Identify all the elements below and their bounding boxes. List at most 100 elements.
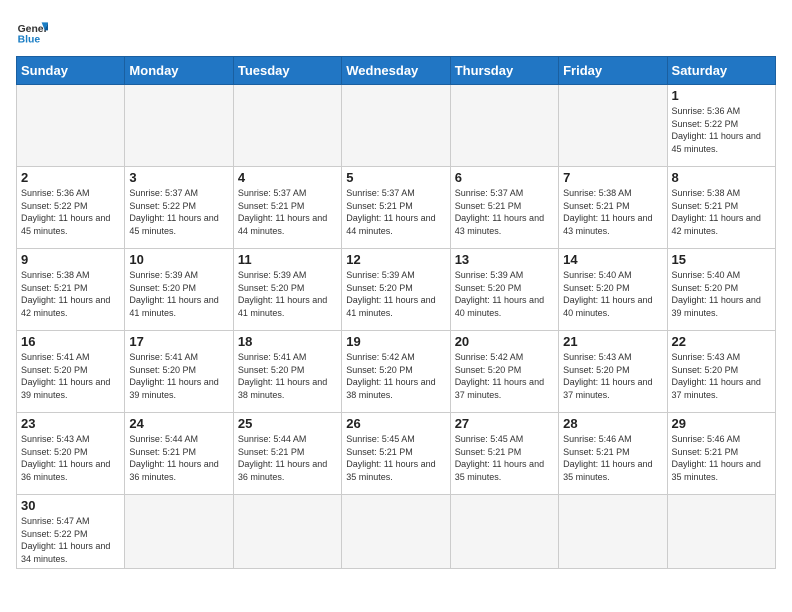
calendar-cell — [233, 85, 341, 167]
day-info: Sunrise: 5:39 AMSunset: 5:20 PMDaylight:… — [346, 269, 445, 319]
calendar-cell: 27 Sunrise: 5:45 AMSunset: 5:21 PMDayligh… — [450, 413, 558, 495]
weekday-saturday: Saturday — [667, 57, 775, 85]
calendar-cell — [450, 85, 558, 167]
day-info: Sunrise: 5:38 AMSunset: 5:21 PMDaylight:… — [672, 187, 771, 237]
day-number: 2 — [21, 170, 120, 185]
calendar-row: 1Sunrise: 5:36 AMSunset: 5:22 PMDaylight… — [17, 85, 776, 167]
calendar-cell: 21 Sunrise: 5:43 AMSunset: 5:20 PMDayligh… — [559, 331, 667, 413]
day-number: 22 — [672, 334, 771, 349]
calendar-cell — [125, 85, 233, 167]
day-number: 21 — [563, 334, 662, 349]
day-info: Sunrise: 5:43 AMSunset: 5:20 PMDaylight:… — [563, 351, 662, 401]
day-info: Sunrise: 5:41 AMSunset: 5:20 PMDaylight:… — [129, 351, 228, 401]
day-number: 30 — [21, 498, 120, 513]
calendar-cell: 22 Sunrise: 5:43 AMSunset: 5:20 PMDayligh… — [667, 331, 775, 413]
calendar-cell: 6 Sunrise: 5:37 AMSunset: 5:21 PMDaylight… — [450, 167, 558, 249]
calendar-row: 16 Sunrise: 5:41 AMSunset: 5:20 PMDayligh… — [17, 331, 776, 413]
day-info: Sunrise: 5:44 AMSunset: 5:21 PMDaylight:… — [129, 433, 228, 483]
day-info: Sunrise: 5:37 AMSunset: 5:21 PMDaylight:… — [346, 187, 445, 237]
calendar-cell: 19Sunrise: 5:42 AMSunset: 5:20 PMDayligh… — [342, 331, 450, 413]
day-number: 27 — [455, 416, 554, 431]
calendar-cell: 11Sunrise: 5:39 AMSunset: 5:20 PMDayligh… — [233, 249, 341, 331]
calendar-cell: 10Sunrise: 5:39 AMSunset: 5:20 PMDayligh… — [125, 249, 233, 331]
day-info: Sunrise: 5:44 AMSunset: 5:21 PMDaylight:… — [238, 433, 337, 483]
calendar-cell — [125, 495, 233, 569]
weekday-sunday: Sunday — [17, 57, 125, 85]
day-number: 5 — [346, 170, 445, 185]
day-info: Sunrise: 5:45 AMSunset: 5:21 PMDaylight:… — [346, 433, 445, 483]
calendar-cell: 7 Sunrise: 5:38 AMSunset: 5:21 PMDaylight… — [559, 167, 667, 249]
calendar-row: 23 Sunrise: 5:43 AMSunset: 5:20 PMDayligh… — [17, 413, 776, 495]
day-number: 8 — [672, 170, 771, 185]
day-number: 10 — [129, 252, 228, 267]
calendar-cell — [342, 85, 450, 167]
calendar-cell: 18 Sunrise: 5:41 AMSunset: 5:20 PMDayligh… — [233, 331, 341, 413]
day-number: 4 — [238, 170, 337, 185]
calendar-table: SundayMondayTuesdayWednesdayThursdayFrid… — [16, 56, 776, 569]
calendar-cell: 14Sunrise: 5:40 AMSunset: 5:20 PMDayligh… — [559, 249, 667, 331]
day-info: Sunrise: 5:41 AMSunset: 5:20 PMDaylight:… — [238, 351, 337, 401]
day-number: 23 — [21, 416, 120, 431]
calendar-body: 1 Sunrise: 5:36 AMSunset: 5:22 PMDaylight… — [17, 85, 776, 569]
svg-text:Blue: Blue — [18, 34, 41, 45]
calendar-cell — [17, 85, 125, 167]
day-info: Sunrise: 5:43 AMSunset: 5:20 PMDaylight:… — [672, 351, 771, 401]
calendar-cell: 28 Sunrise: 5:46 AMSunset: 5:21 PMDayligh… — [559, 413, 667, 495]
day-number: 20 — [455, 334, 554, 349]
calendar-cell: 16 Sunrise: 5:41 AMSunset: 5:20 PMDayligh… — [17, 331, 125, 413]
day-number: 16 — [21, 334, 120, 349]
day-info: Sunrise: 5:45 AMSunset: 5:21 PMDaylight:… — [455, 433, 554, 483]
calendar-cell: 8 Sunrise: 5:38 AMSunset: 5:21 PMDaylight… — [667, 167, 775, 249]
day-number: 11 — [238, 252, 337, 267]
day-info: Sunrise: 5:38 AMSunset: 5:21 PMDaylight:… — [563, 187, 662, 237]
page-header: General Blue — [16, 16, 776, 48]
day-number: 13 — [455, 252, 554, 267]
calendar-cell — [559, 495, 667, 569]
calendar-cell: 13 Sunrise: 5:39 AMSunset: 5:20 PMDayligh… — [450, 249, 558, 331]
day-number: 18 — [238, 334, 337, 349]
calendar-cell: 17 Sunrise: 5:41 AMSunset: 5:20 PMDayligh… — [125, 331, 233, 413]
calendar-cell: 1Sunrise: 5:36 AMSunset: 5:22 PMDaylight… — [667, 85, 775, 167]
day-number: 28 — [563, 416, 662, 431]
day-number: 6 — [455, 170, 554, 185]
calendar-row: 9 Sunrise: 5:38 AMSunset: 5:21 PMDaylight… — [17, 249, 776, 331]
calendar-cell: 4 Sunrise: 5:37 AMSunset: 5:21 PMDaylight… — [233, 167, 341, 249]
day-info: Sunrise: 5:37 AMSunset: 5:21 PMDaylight:… — [238, 187, 337, 237]
calendar-cell — [233, 495, 341, 569]
logo-icon: General Blue — [16, 16, 48, 48]
calendar-cell: 29 Sunrise: 5:46 AMSunset: 5:21 PMDayligh… — [667, 413, 775, 495]
calendar-cell — [342, 495, 450, 569]
day-number: 29 — [672, 416, 771, 431]
day-number: 26 — [346, 416, 445, 431]
weekday-friday: Friday — [559, 57, 667, 85]
day-info: Sunrise: 5:37 AMSunset: 5:21 PMDaylight:… — [455, 187, 554, 237]
day-info: Sunrise: 5:42 AMSunset: 5:20 PMDaylight:… — [346, 351, 445, 401]
calendar-cell: 20Sunrise: 5:42 AMSunset: 5:20 PMDayligh… — [450, 331, 558, 413]
day-number: 24 — [129, 416, 228, 431]
logo: General Blue — [16, 16, 48, 48]
day-number: 9 — [21, 252, 120, 267]
calendar-cell — [667, 495, 775, 569]
day-info: Sunrise: 5:38 AMSunset: 5:21 PMDaylight:… — [21, 269, 120, 319]
calendar-row: 30 Sunrise: 5:47 AMSunset: 5:22 PMDayligh… — [17, 495, 776, 569]
weekday-monday: Monday — [125, 57, 233, 85]
weekday-tuesday: Tuesday — [233, 57, 341, 85]
day-number: 17 — [129, 334, 228, 349]
day-number: 1 — [672, 88, 771, 103]
day-info: Sunrise: 5:40 AMSunset: 5:20 PMDaylight:… — [563, 269, 662, 319]
day-info: Sunrise: 5:47 AMSunset: 5:22 PMDaylight:… — [21, 515, 120, 565]
calendar-cell: 2 Sunrise: 5:36 AMSunset: 5:22 PMDaylight… — [17, 167, 125, 249]
calendar-cell — [450, 495, 558, 569]
day-info: Sunrise: 5:43 AMSunset: 5:20 PMDaylight:… — [21, 433, 120, 483]
day-info: Sunrise: 5:46 AMSunset: 5:21 PMDaylight:… — [672, 433, 771, 483]
day-info: Sunrise: 5:46 AMSunset: 5:21 PMDaylight:… — [563, 433, 662, 483]
day-info: Sunrise: 5:41 AMSunset: 5:20 PMDaylight:… — [21, 351, 120, 401]
day-info: Sunrise: 5:36 AMSunset: 5:22 PMDaylight:… — [21, 187, 120, 237]
calendar-cell: 26 Sunrise: 5:45 AMSunset: 5:21 PMDayligh… — [342, 413, 450, 495]
calendar-row: 2 Sunrise: 5:36 AMSunset: 5:22 PMDaylight… — [17, 167, 776, 249]
day-number: 12 — [346, 252, 445, 267]
weekday-wednesday: Wednesday — [342, 57, 450, 85]
day-number: 7 — [563, 170, 662, 185]
calendar-cell: 25Sunrise: 5:44 AMSunset: 5:21 PMDayligh… — [233, 413, 341, 495]
day-info: Sunrise: 5:39 AMSunset: 5:20 PMDaylight:… — [455, 269, 554, 319]
